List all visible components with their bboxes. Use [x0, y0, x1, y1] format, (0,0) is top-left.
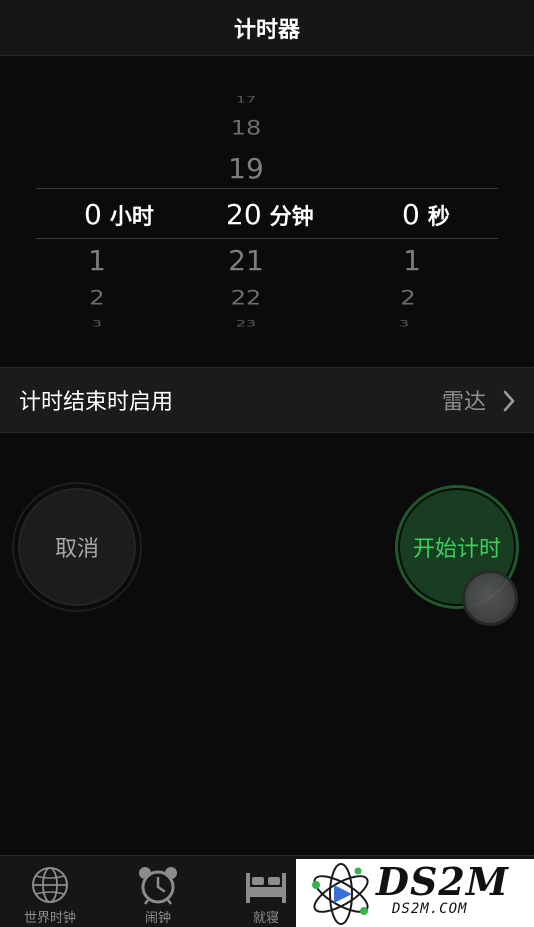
selection-bottom-divider: [36, 238, 498, 239]
hour-option[interactable]: 1: [88, 244, 106, 277]
hour-option[interactable]: 3: [92, 318, 102, 328]
tab-label: 闹钟: [144, 911, 171, 926]
chevron-right-icon: [503, 390, 515, 412]
time-picker[interactable]: 17 18 19 0 小时 20 分钟 0 秒 1 2 3 21 22 23 1…: [0, 56, 534, 366]
second-option[interactable]: 3: [399, 318, 409, 328]
minute-option[interactable]: 19: [228, 152, 264, 185]
hours-selected[interactable]: 0 小时: [84, 198, 154, 231]
minute-option[interactable]: 17: [236, 94, 256, 104]
timer-end-label: 计时结束时启用: [19, 390, 174, 415]
tab-label: 世界时钟: [23, 911, 76, 926]
minutes-unit: 分钟: [269, 205, 314, 230]
tab-alarm[interactable]: 闹钟: [116, 856, 200, 927]
watermark: DS2M DS2M.COM: [296, 859, 534, 927]
second-option[interactable]: 2: [400, 287, 415, 310]
minute-option[interactable]: 21: [228, 244, 264, 277]
minute-option[interactable]: 23: [236, 318, 256, 328]
cancel-button[interactable]: 取消: [18, 488, 136, 606]
alarm-clock-icon: [139, 867, 177, 905]
start-button-label: 开始计时: [412, 537, 501, 562]
tab-world-clock[interactable]: 世界时钟: [8, 856, 92, 927]
atom-logo-icon: [312, 863, 369, 925]
timer-end-sound-value: 雷达: [441, 390, 486, 415]
watermark-title: DS2M: [376, 859, 509, 904]
bed-icon: [246, 873, 286, 903]
minutes-value: 20: [226, 198, 262, 231]
page-title: 计时器: [233, 17, 300, 43]
second-option[interactable]: 1: [403, 244, 421, 277]
assistive-touch-button[interactable]: [462, 570, 518, 626]
hours-unit: 小时: [109, 205, 154, 230]
nav-bar: 计时器: [0, 0, 534, 56]
minutes-selected[interactable]: 20 分钟: [226, 198, 314, 231]
seconds-selected[interactable]: 0 秒: [402, 198, 450, 231]
selection-top-divider: [36, 188, 498, 189]
globe-icon: [32, 867, 68, 903]
hours-value: 0: [84, 198, 102, 231]
hour-option[interactable]: 2: [89, 287, 104, 310]
seconds-value: 0: [402, 198, 420, 231]
minute-option[interactable]: 18: [231, 117, 262, 140]
watermark-subtitle: DS2M.COM: [392, 901, 468, 917]
minute-option[interactable]: 22: [231, 287, 262, 310]
seconds-unit: 秒: [427, 205, 450, 230]
cancel-button-label: 取消: [54, 537, 99, 562]
timer-end-sound-row[interactable]: 计时结束时启用 雷达: [0, 367, 534, 433]
tab-label: 就寝: [252, 911, 279, 926]
